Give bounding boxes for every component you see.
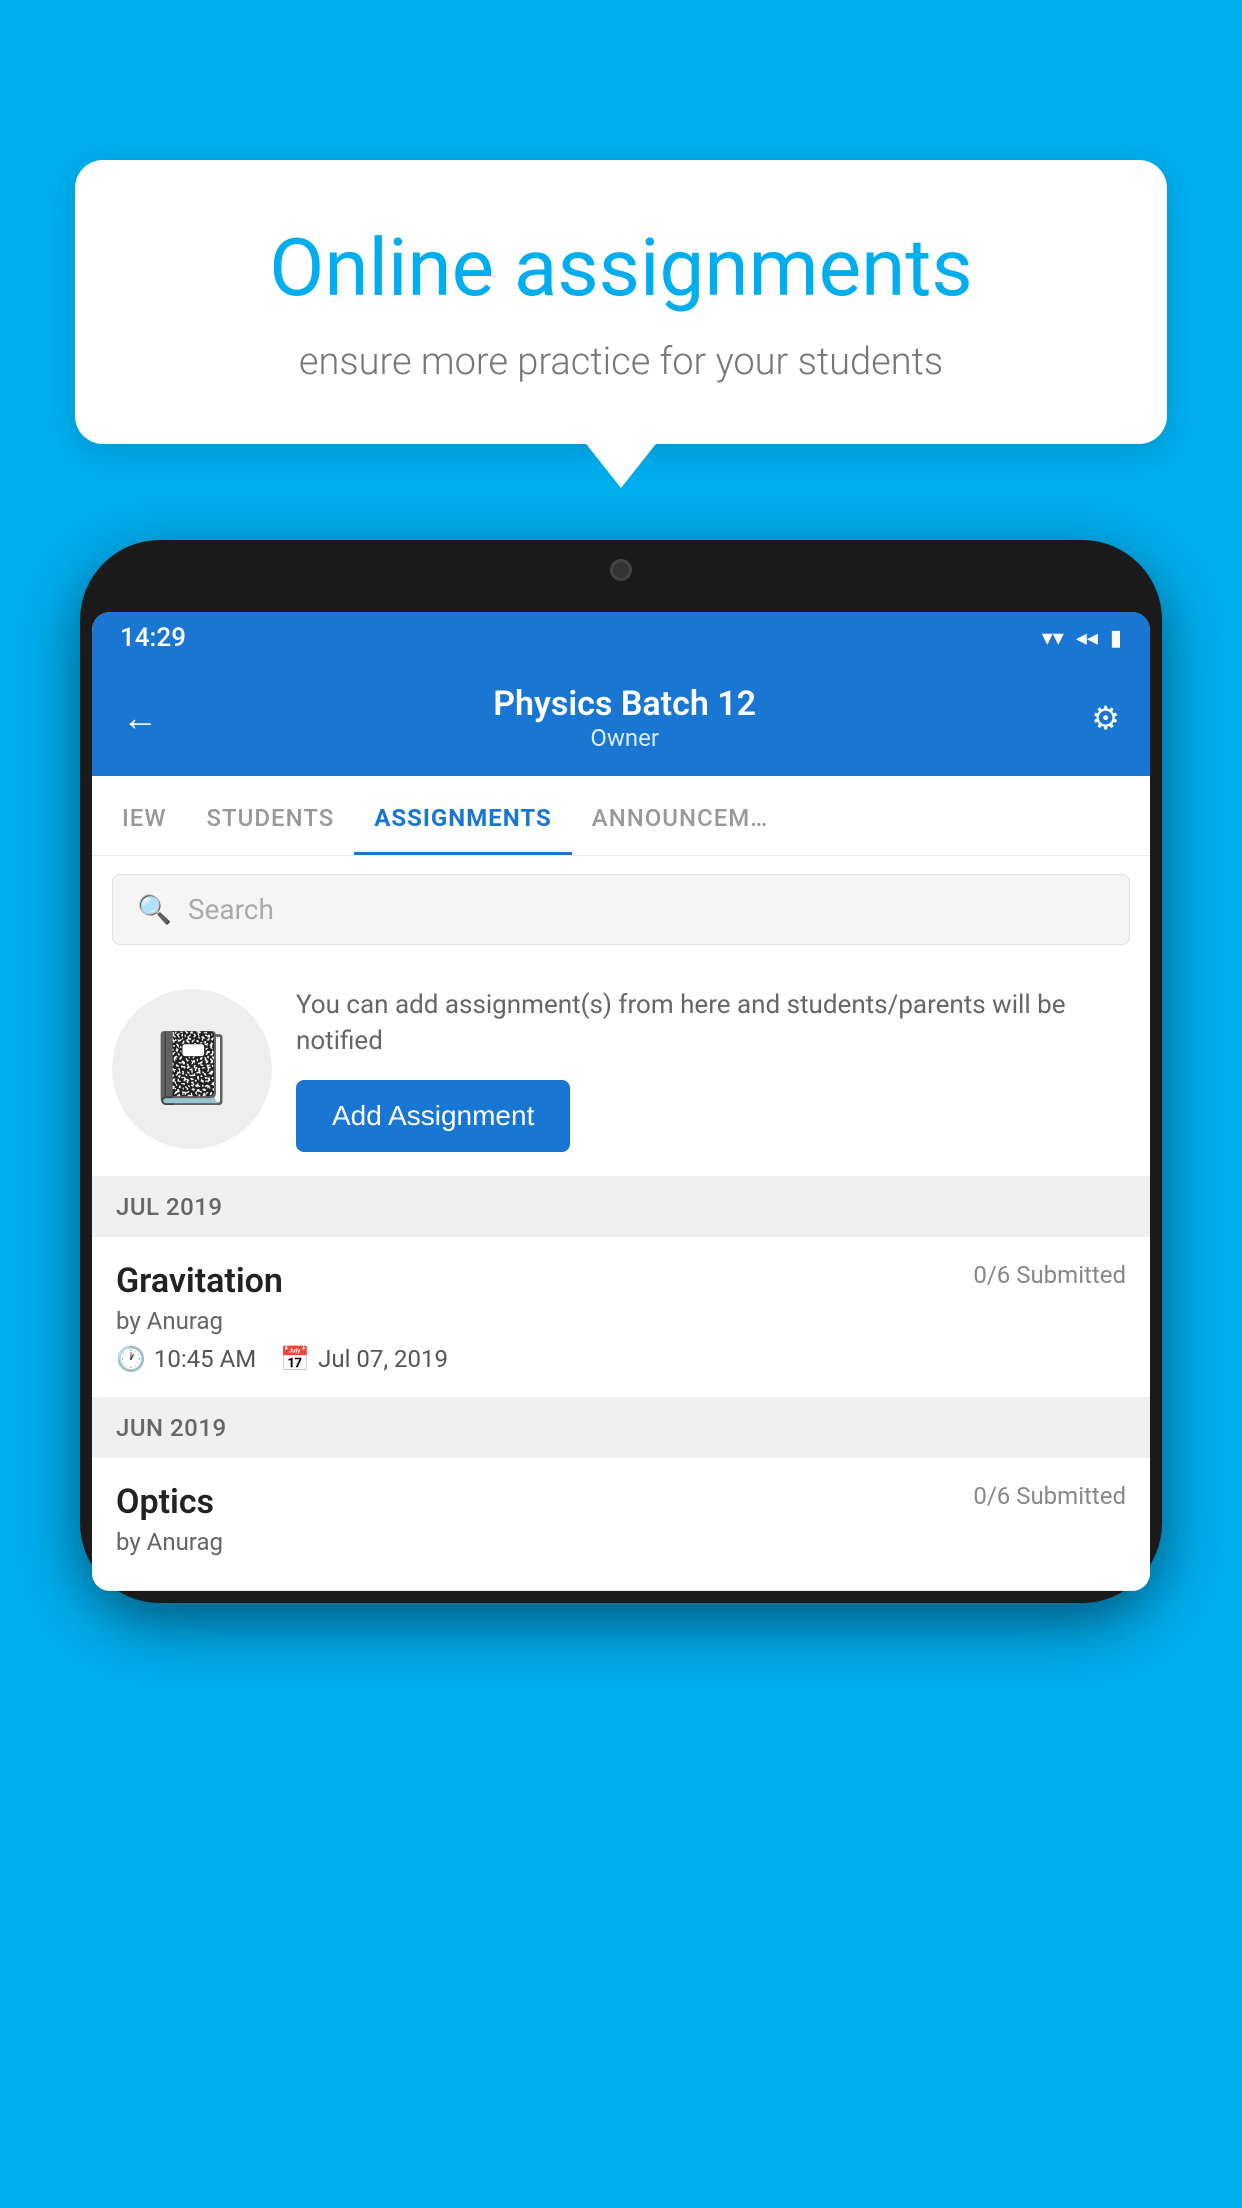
tab-students[interactable]: STUDENTS <box>186 776 354 855</box>
add-assignment-button[interactable]: Add Assignment <box>296 1080 570 1152</box>
back-button[interactable]: ← <box>122 697 158 739</box>
section-header-jul: JUL 2019 <box>92 1177 1150 1237</box>
promo-content: You can add assignment(s) from here and … <box>296 987 1130 1152</box>
speech-bubble-subtitle: ensure more practice for your students <box>145 340 1097 384</box>
assignment-by-optics: by Anurag <box>116 1528 1126 1556</box>
assignment-row-top-optics: Optics 0/6 Submitted <box>116 1482 1126 1522</box>
search-placeholder: Search <box>188 893 274 926</box>
phone-outer-shell: 14:29 ▾▾ ◂◂ ▮ ← Physics Batch 12 Owner ⚙… <box>80 540 1162 1603</box>
speech-bubble-title: Online assignments <box>145 220 1097 316</box>
search-icon: 🔍 <box>137 893 172 926</box>
search-bar[interactable]: 🔍 Search <box>112 874 1130 945</box>
notebook-icon: 📓 <box>148 1028 235 1110</box>
header-title: Physics Batch 12 <box>493 684 756 724</box>
tab-bar: IEW STUDENTS ASSIGNMENTS ANNOUNCEM… <box>92 776 1150 856</box>
assignment-meta: 🕐 10:45 AM 📅 Jul 07, 2019 <box>116 1345 1126 1373</box>
battery-icon: ▮ <box>1110 626 1122 651</box>
search-container: 🔍 Search <box>92 856 1150 963</box>
clock-icon: 🕐 <box>116 1345 146 1373</box>
phone-notch <box>561 552 681 588</box>
assignment-time: 10:45 AM <box>154 1345 256 1373</box>
promo-icon-circle: 📓 <box>112 989 272 1149</box>
phone-notch-bar <box>92 552 1150 612</box>
assignment-name: Gravitation <box>116 1261 283 1301</box>
phone-mockup: 14:29 ▾▾ ◂◂ ▮ ← Physics Batch 12 Owner ⚙… <box>80 540 1162 2208</box>
promo-text: You can add assignment(s) from here and … <box>296 987 1130 1060</box>
assignment-date: Jul 07, 2019 <box>318 1345 448 1373</box>
calendar-icon: 📅 <box>280 1345 310 1373</box>
signal-icon: ◂◂ <box>1076 626 1098 651</box>
app-header: ← Physics Batch 12 Owner ⚙ <box>92 664 1150 776</box>
assignment-by: by Anurag <box>116 1307 1126 1335</box>
tab-announcements[interactable]: ANNOUNCEM… <box>572 776 788 855</box>
wifi-icon: ▾▾ <box>1042 626 1064 651</box>
status-bar: 14:29 ▾▾ ◂◂ ▮ <box>92 612 1150 664</box>
phone-screen: 14:29 ▾▾ ◂◂ ▮ ← Physics Batch 12 Owner ⚙… <box>92 612 1150 1591</box>
status-time: 14:29 <box>120 623 186 653</box>
section-header-jun: JUN 2019 <box>92 1398 1150 1458</box>
header-subtitle: Owner <box>493 724 756 752</box>
add-assignment-promo: 📓 You can add assignment(s) from here an… <box>92 963 1150 1177</box>
header-center: Physics Batch 12 Owner <box>493 684 756 752</box>
speech-bubble-card: Online assignments ensure more practice … <box>75 160 1167 444</box>
tab-iew[interactable]: IEW <box>102 776 186 855</box>
assignment-submitted-optics: 0/6 Submitted <box>973 1482 1126 1510</box>
assignment-row-top: Gravitation 0/6 Submitted <box>116 1261 1126 1301</box>
meta-time: 🕐 10:45 AM <box>116 1345 256 1373</box>
phone-camera <box>610 559 632 581</box>
assignment-item-optics[interactable]: Optics 0/6 Submitted by Anurag <box>92 1458 1150 1591</box>
settings-icon[interactable]: ⚙ <box>1091 699 1120 737</box>
assignment-item-gravitation[interactable]: Gravitation 0/6 Submitted by Anurag 🕐 10… <box>92 1237 1150 1398</box>
meta-date: 📅 Jul 07, 2019 <box>280 1345 448 1373</box>
assignment-name-optics: Optics <box>116 1482 214 1522</box>
assignment-submitted: 0/6 Submitted <box>973 1261 1126 1289</box>
status-icons: ▾▾ ◂◂ ▮ <box>1042 626 1122 651</box>
tab-assignments[interactable]: ASSIGNMENTS <box>354 776 572 855</box>
